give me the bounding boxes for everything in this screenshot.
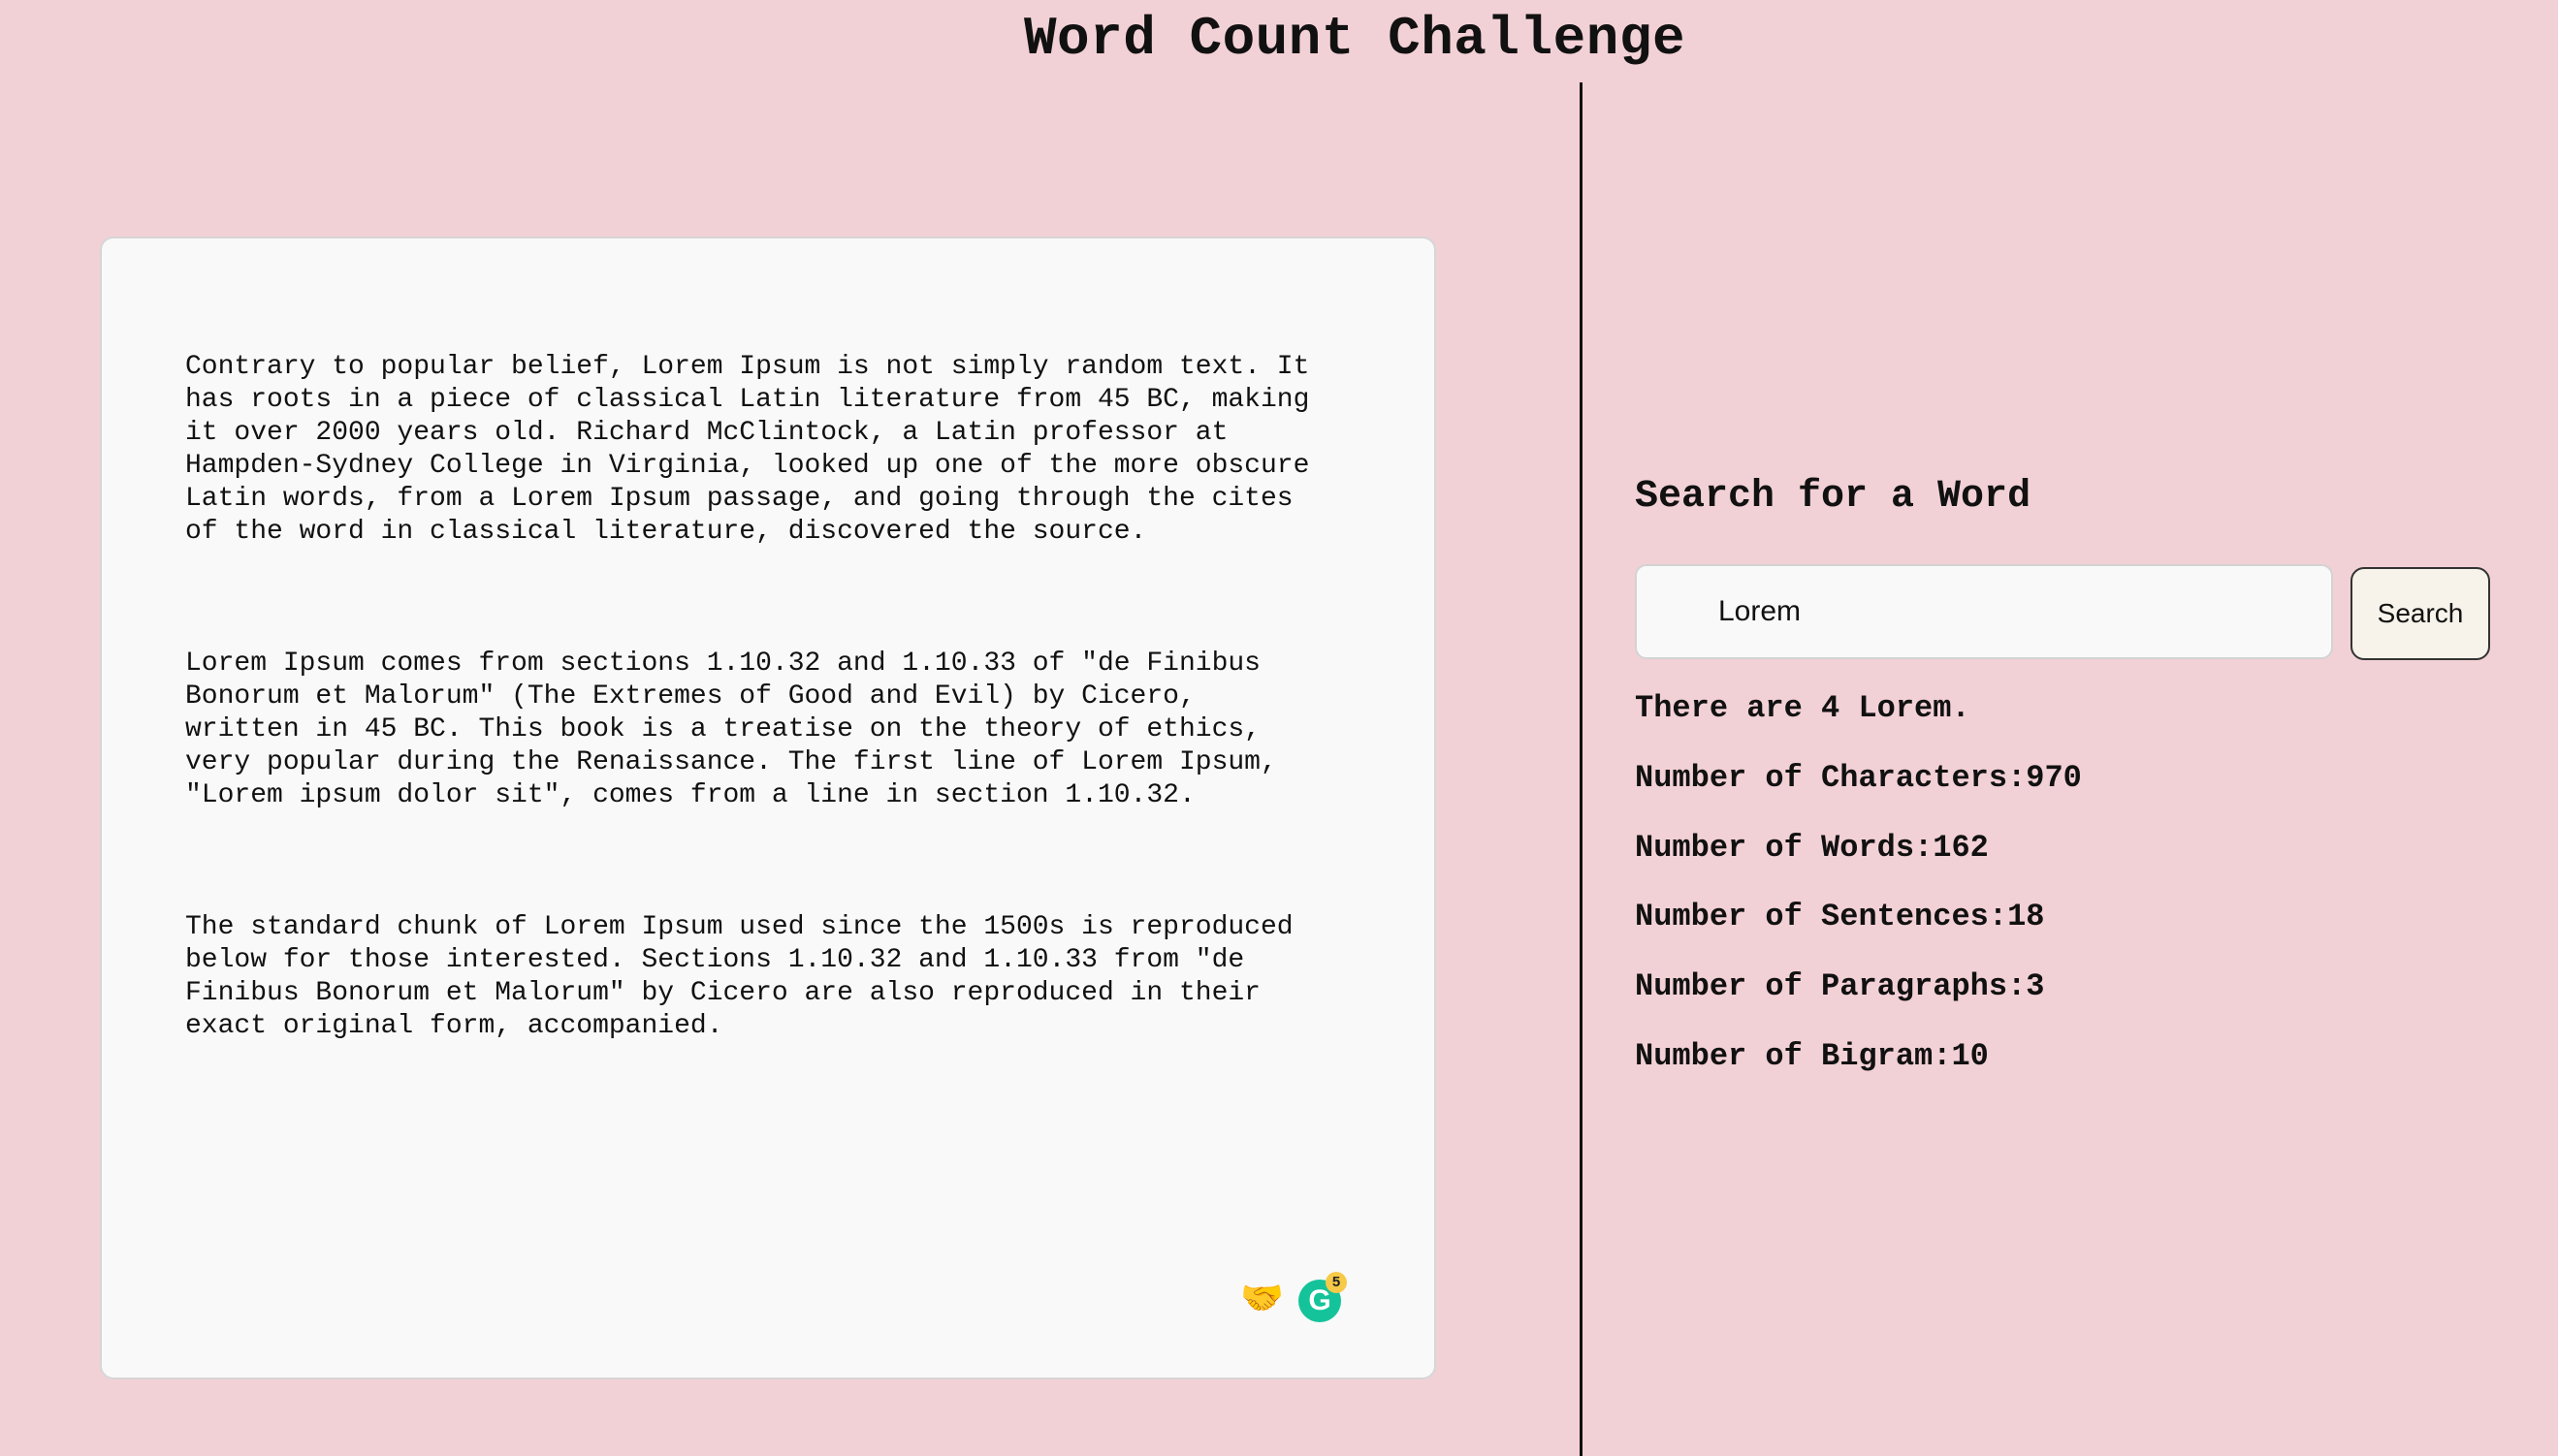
bigram-count: Number of Bigram:10: [1635, 1038, 1989, 1074]
search-heading: Search for a Word: [1635, 475, 2031, 519]
paragraph-2: Lorem Ipsum comes from sections 1.10.32 …: [185, 649, 1277, 810]
handshake-icon[interactable]: 🤝: [1240, 1280, 1284, 1322]
paragraph-1: Contrary to popular belief, Lorem Ipsum …: [185, 352, 1310, 547]
characters-count: Number of Characters:970: [1635, 760, 2082, 796]
search-input[interactable]: [1635, 564, 2333, 659]
match-result: There are 4 Lorem.: [1635, 690, 1970, 726]
search-button[interactable]: Search: [2350, 567, 2490, 660]
text-content[interactable]: Contrary to popular belief, Lorem Ipsum …: [185, 285, 1368, 1142]
page-title: Word Count Challenge: [1023, 8, 1686, 70]
sentences-count: Number of Sentences:18: [1635, 899, 2045, 934]
paragraphs-count: Number of Paragraphs:3: [1635, 968, 2045, 1004]
grammarly-badge: 5: [1326, 1272, 1347, 1293]
text-input-area[interactable]: Contrary to popular belief, Lorem Ipsum …: [100, 237, 1436, 1379]
words-count: Number of Words:162: [1635, 830, 1989, 866]
paragraph-3: The standard chunk of Lorem Ipsum used s…: [185, 912, 1294, 1041]
vertical-divider: [1580, 82, 1583, 1456]
